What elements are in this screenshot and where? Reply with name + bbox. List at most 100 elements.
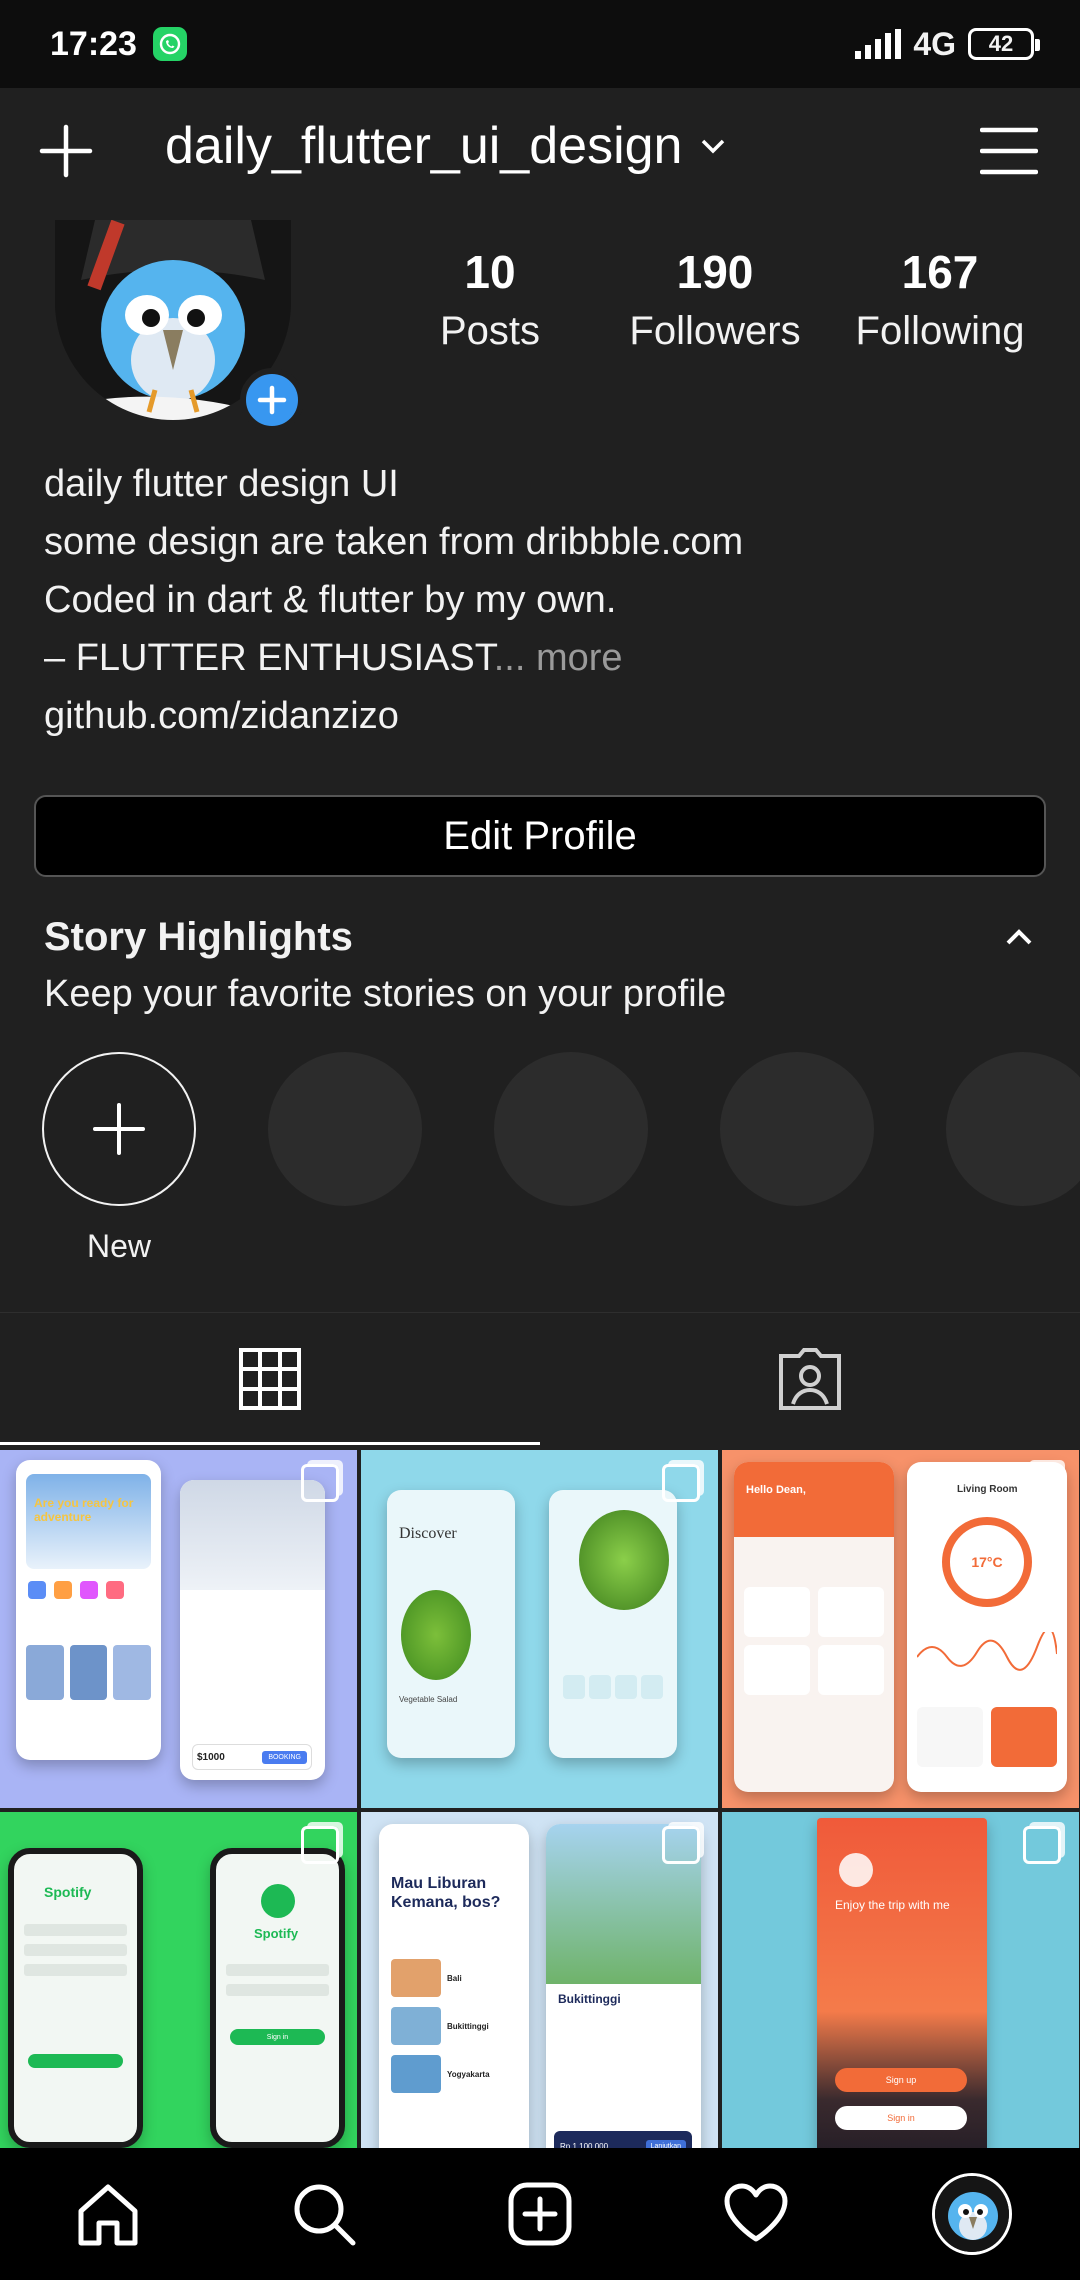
new-highlight-button[interactable] [42, 1052, 196, 1206]
new-highlight-label: New [86, 1228, 151, 1264]
post-tile[interactable]: Discover Vegetable Salad [361, 1450, 718, 1808]
bio-line: Coded in dart & flutter by my own. [44, 579, 617, 621]
new-post-icon [508, 2182, 572, 2246]
followers-label: Followers [629, 309, 801, 353]
tagged-icon [779, 1348, 841, 1410]
carousel-icon [662, 1464, 700, 1502]
profile-tabs [0, 1312, 1080, 1445]
post-tile[interactable]: Are you ready for adventure $1000 BOOKIN… [0, 1450, 357, 1808]
bio-line: – FLUTTER ENTHUSIAST... more [44, 629, 1044, 687]
search-icon [294, 2184, 356, 2246]
highlight-placeholder [494, 1052, 648, 1206]
nav-profile[interactable] [932, 2173, 1012, 2255]
post-place: Bukittinggi [447, 2021, 489, 2031]
nav-home[interactable] [68, 2174, 148, 2254]
carousel-icon [1023, 1464, 1061, 1502]
mock-phone: Spotify [8, 1848, 143, 2148]
whatsapp-icon [152, 27, 187, 61]
carousel-icon [301, 1826, 339, 1864]
heart-icon [724, 2183, 788, 2242]
mock-phone: Bukittinggi Rp 1.100.000 Lanjutkan [546, 1824, 701, 2169]
nav-activity[interactable] [716, 2174, 796, 2254]
more-link[interactable]: ... more [494, 637, 623, 679]
plus-icon [93, 1103, 145, 1155]
battery-icon: 42 [968, 28, 1040, 60]
post-tile[interactable]: Enjoy the trip with me Sign up Sign in [722, 1812, 1079, 2170]
highlights-row [42, 1052, 1080, 1212]
bio-link[interactable]: github.com/zidanzizo [44, 687, 1044, 745]
menu-icon[interactable] [980, 126, 1038, 176]
plus-icon [257, 385, 287, 415]
post-title: Hello Dean, [746, 1484, 806, 1496]
signal-icon [855, 29, 902, 59]
stat-following[interactable]: 167 Following [840, 245, 1040, 354]
profile-header: daily_flutter_ui_design [0, 88, 1080, 220]
post-place-title: Bukittinggi [558, 1992, 621, 2006]
post-title: Spotify [254, 1926, 299, 1941]
username: daily_flutter_ui_design [165, 117, 683, 175]
bio-line-text: – FLUTTER ENTHUSIAST [44, 637, 494, 679]
chevron-up-icon[interactable] [1002, 920, 1036, 954]
post-title: Mau Liburan Kemana, bos? [391, 1875, 501, 1911]
home-icon [78, 2184, 138, 2246]
post-temp: 17°C [971, 1554, 1003, 1570]
highlight-placeholder [720, 1052, 874, 1206]
mock-phone: Mau Liburan Kemana, bos? Bali Bukittingg… [379, 1824, 529, 2169]
mock-phone: Discover Vegetable Salad [387, 1490, 515, 1758]
tab-grid[interactable] [0, 1313, 540, 1445]
highlight-placeholder [946, 1052, 1080, 1206]
tab-tagged[interactable] [540, 1313, 1080, 1445]
account-switcher[interactable]: daily_flutter_ui_design [165, 116, 726, 176]
mock-phone: Spotify Sign in [210, 1848, 345, 2148]
battery-level: 42 [988, 31, 1014, 56]
nav-create[interactable] [500, 2174, 580, 2254]
profile-stats: 10 Posts 190 Followers 167 Following [390, 245, 1040, 354]
post-tile[interactable]: Mau Liburan Kemana, bos? Bali Bukittingg… [361, 1812, 718, 2170]
status-bar: 17:23 4G 42 [0, 0, 1080, 88]
network-type: 4G [913, 25, 956, 62]
post-place: Bali [447, 1973, 462, 1983]
plus-icon[interactable] [38, 123, 94, 179]
profile-bio: daily flutter design UI some design are … [44, 455, 1044, 745]
post-button: Sign up [885, 2075, 917, 2085]
post-button: BOOKING [262, 1750, 307, 1764]
posts-grid: Are you ready for adventure $1000 BOOKIN… [0, 1450, 1080, 2170]
carousel-icon [662, 1826, 700, 1864]
following-count: 167 [901, 246, 979, 298]
post-title: Spotify [44, 1884, 92, 1900]
active-tab-indicator [0, 1442, 540, 1445]
post-place: Yogyakarta [447, 2069, 490, 2079]
post-dish: Vegetable Salad [399, 1695, 458, 1704]
chevron-down-icon [702, 139, 725, 154]
post-price: $1000 [197, 1751, 225, 1763]
stat-posts[interactable]: 10 Posts [390, 245, 590, 354]
post-tile[interactable]: Hello Dean, Living Room 17°C [722, 1450, 1079, 1808]
mock-phone: Hello Dean, [734, 1462, 894, 1792]
carousel-icon [301, 1464, 339, 1502]
mock-phone: $1000 BOOKING [180, 1480, 325, 1780]
display-name: daily flutter design UI [44, 463, 399, 505]
highlights-title: Story Highlights [44, 915, 353, 959]
post-title: Are you ready for adventure [34, 1496, 134, 1524]
profile-avatar-icon [932, 2173, 1012, 2255]
stat-followers[interactable]: 190 Followers [615, 245, 815, 354]
mock-phone: Enjoy the trip with me Sign up Sign in [817, 1818, 987, 2170]
nav-search[interactable] [284, 2174, 364, 2254]
bio-line: some design are taken from dribbble.com [44, 521, 744, 563]
post-button: Sign in [266, 2033, 289, 2041]
edit-profile-button[interactable]: Edit Profile [34, 795, 1046, 877]
add-story-button[interactable] [240, 368, 304, 432]
highlight-placeholder [268, 1052, 422, 1206]
highlights-subtitle: Keep your favorite stories on your profi… [44, 973, 727, 1015]
bottom-navigation [0, 2148, 1080, 2280]
posts-count: 10 [464, 246, 516, 298]
mock-phone: Living Room 17°C [907, 1462, 1067, 1792]
carousel-icon [1023, 1826, 1061, 1864]
posts-label: Posts [439, 309, 541, 353]
status-time: 17:23 [50, 24, 137, 63]
grid-icon [239, 1348, 301, 1410]
post-room: Living Room [957, 1484, 1018, 1495]
post-title: Enjoy the trip with me [835, 1898, 950, 1912]
post-tile[interactable]: Spotify Spotify Sign in [0, 1812, 357, 2170]
following-label: Following [855, 309, 1025, 353]
